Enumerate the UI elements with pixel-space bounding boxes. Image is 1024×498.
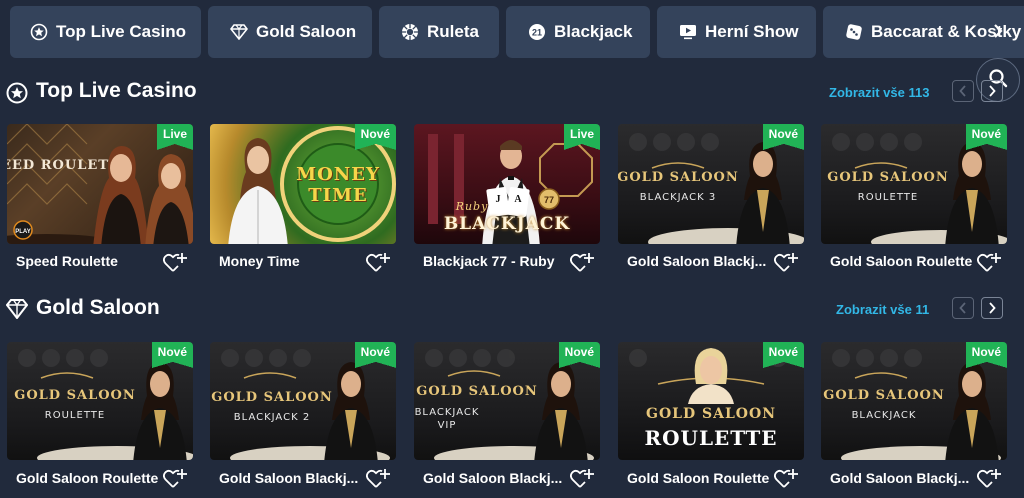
category-label: Ruleta: [427, 22, 479, 41]
status-badge: Nové: [151, 342, 193, 368]
game-title[interactable]: Speed Roulette: [16, 253, 166, 269]
game-title[interactable]: Gold Saloon Roulette: [627, 470, 777, 486]
category-top-live-casino[interactable]: Top Live Casino: [10, 6, 201, 58]
status-badge: Nové: [762, 124, 804, 150]
game-title[interactable]: Gold Saloon Roulette: [830, 253, 980, 269]
game-title[interactable]: Gold Saloon Blackj...: [423, 470, 573, 486]
view-all-link[interactable]: Zobrazit vše 11: [836, 302, 929, 317]
game-title[interactable]: Gold Saloon Blackj...: [627, 253, 777, 269]
game-logo-sub: ROULETTE: [644, 426, 778, 450]
heart-plus-icon[interactable]: [365, 468, 390, 490]
status-badge: Nové: [762, 342, 804, 368]
status-badge: Nové: [354, 342, 396, 368]
svg-text:PLAY: PLAY: [15, 229, 30, 235]
game-title[interactable]: Gold Saloon Blackj...: [830, 470, 980, 486]
heart-plus-icon[interactable]: [162, 468, 187, 490]
game-thumbnail[interactable]: GOLD SALOON BLACKJACK Nové: [821, 342, 1007, 460]
dealer-figure: [133, 362, 187, 460]
game-thumbnail[interactable]: GOLD SALOON ROULETTE Nové: [821, 124, 1007, 244]
heart-plus-icon[interactable]: [976, 252, 1001, 274]
game-thumbnail[interactable]: MONEY TIME Nové: [210, 124, 396, 244]
heart-plus-icon[interactable]: [569, 468, 594, 490]
scroll-left-button[interactable]: [952, 80, 974, 102]
game-thumbnail[interactable]: SPEED ROULETTE PLAY Live: [7, 124, 193, 244]
category-label: Gold Saloon: [256, 22, 357, 41]
tv-play-icon: [679, 23, 697, 41]
heart-plus-icon[interactable]: [976, 468, 1001, 490]
category-herni-show[interactable]: Herní Show: [657, 6, 816, 58]
dealer-figure: [534, 362, 588, 460]
game-card[interactable]: GOLD SALOON BLACKJACK Nové Gold Saloon B…: [821, 342, 1007, 488]
svg-text:21: 21: [532, 28, 542, 38]
status-badge: Nové: [354, 124, 396, 150]
dealer-figure: [945, 362, 999, 460]
roulette-wheel-icon: [401, 23, 419, 41]
game-thumbnail[interactable]: GOLD SALOON ROULETTE Nové: [618, 342, 804, 460]
section-title: Top Live Casino: [36, 79, 197, 102]
dealer-figure: [945, 142, 999, 244]
heart-plus-icon[interactable]: [773, 468, 798, 490]
category-nav: Top Live Casino Gold Saloon Ruleta 21 Bl…: [0, 0, 1024, 66]
star-circle-icon: [30, 23, 48, 41]
blackjack-21-icon: 21: [528, 23, 546, 41]
category-blackjack[interactable]: 21 Blackjack: [506, 6, 650, 58]
heart-plus-icon[interactable]: [773, 252, 798, 274]
status-badge: Live: [563, 124, 600, 150]
game-logo: BLACKJACK: [443, 214, 571, 234]
status-badge: Nové: [965, 124, 1007, 150]
status-badge: Nové: [965, 342, 1007, 368]
game-card[interactable]: MONEY TIME Nové Money Time: [210, 124, 396, 272]
heart-plus-icon[interactable]: [569, 252, 594, 274]
category-label: Top Live Casino: [56, 22, 187, 41]
dealer-figure: [93, 146, 149, 244]
game-logo: GOLD SALOON: [645, 406, 776, 422]
game-card[interactable]: GOLD SALOON ROULETTE Nové Gold Saloon Ro…: [618, 342, 804, 488]
game-title[interactable]: Money Time: [219, 253, 369, 269]
pragmatic-play-icon: PLAY: [13, 220, 33, 240]
category-label: Blackjack: [554, 22, 633, 41]
host-figure: [228, 138, 288, 244]
game-card[interactable]: SPEED ROULETTE PLAY Live Speed Roulette: [7, 124, 193, 272]
game-title[interactable]: Gold Saloon Roulette: [16, 470, 166, 486]
game-logo-sub: Ruby: [455, 200, 489, 213]
section-header: Gold Saloon Zobrazit vše 11: [0, 291, 1024, 327]
scroll-right-button[interactable]: [981, 80, 1003, 102]
category-label: Herní Show: [705, 22, 799, 41]
star-circle-icon: [6, 82, 28, 104]
game-thumbnail[interactable]: JA 77 Ruby BLACKJACK Live: [414, 124, 600, 244]
chevron-right-icon[interactable]: [986, 18, 1010, 44]
game-thumbnail[interactable]: GOLD SALOON BLACKJACK 2 Nové: [210, 342, 396, 460]
view-all-link[interactable]: Zobrazit vše 113: [829, 85, 929, 100]
scroll-left-button[interactable]: [952, 297, 974, 319]
game-card[interactable]: GOLD SALOON ROULETTE Nové Gold Saloon Ro…: [821, 124, 1007, 272]
heart-plus-icon[interactable]: [365, 252, 390, 274]
diamond-icon: [5, 299, 29, 321]
game-thumbnail[interactable]: GOLD SALOON BLACKJACK VIP Nové: [414, 342, 600, 460]
dealer-figure: [736, 142, 790, 244]
dealer-figure: [324, 362, 378, 460]
game-thumbnail[interactable]: GOLD SALOON ROULETTE Nové: [7, 342, 193, 460]
dealer-figure: [688, 348, 734, 404]
heart-plus-icon[interactable]: [162, 252, 187, 274]
scroll-right-button[interactable]: [981, 297, 1003, 319]
game-card[interactable]: JA 77 Ruby BLACKJACK Live Blackjack 77 -…: [414, 124, 600, 272]
category-ruleta[interactable]: Ruleta: [379, 6, 499, 58]
status-badge: Live: [156, 124, 193, 150]
status-badge: Nové: [558, 342, 600, 368]
game-logo-sub: BLACKJACK VIP: [414, 407, 480, 431]
section-header: Top Live Casino Zobrazit vše 113: [0, 74, 1024, 110]
category-gold-saloon[interactable]: Gold Saloon: [208, 6, 372, 58]
game-title[interactable]: Gold Saloon Blackj...: [219, 470, 369, 486]
game-logo: MONEY TIME: [296, 164, 380, 206]
dealer-figure: [145, 154, 193, 244]
dice-icon: [845, 23, 863, 41]
game-card[interactable]: GOLD SALOON BLACKJACK VIP Nové Gold Salo…: [414, 342, 600, 488]
section-title: Gold Saloon: [36, 296, 160, 319]
game-card[interactable]: GOLD SALOON BLACKJACK 3 Nové Gold Saloon…: [618, 124, 804, 272]
game-card[interactable]: GOLD SALOON BLACKJACK 2 Nové Gold Saloon…: [210, 342, 396, 488]
game-card[interactable]: GOLD SALOON ROULETTE Nové Gold Saloon Ro…: [7, 342, 193, 488]
game-thumbnail[interactable]: GOLD SALOON BLACKJACK 3 Nové: [618, 124, 804, 244]
game-title[interactable]: Blackjack 77 - Ruby: [423, 253, 573, 269]
diamond-icon: [230, 23, 248, 41]
